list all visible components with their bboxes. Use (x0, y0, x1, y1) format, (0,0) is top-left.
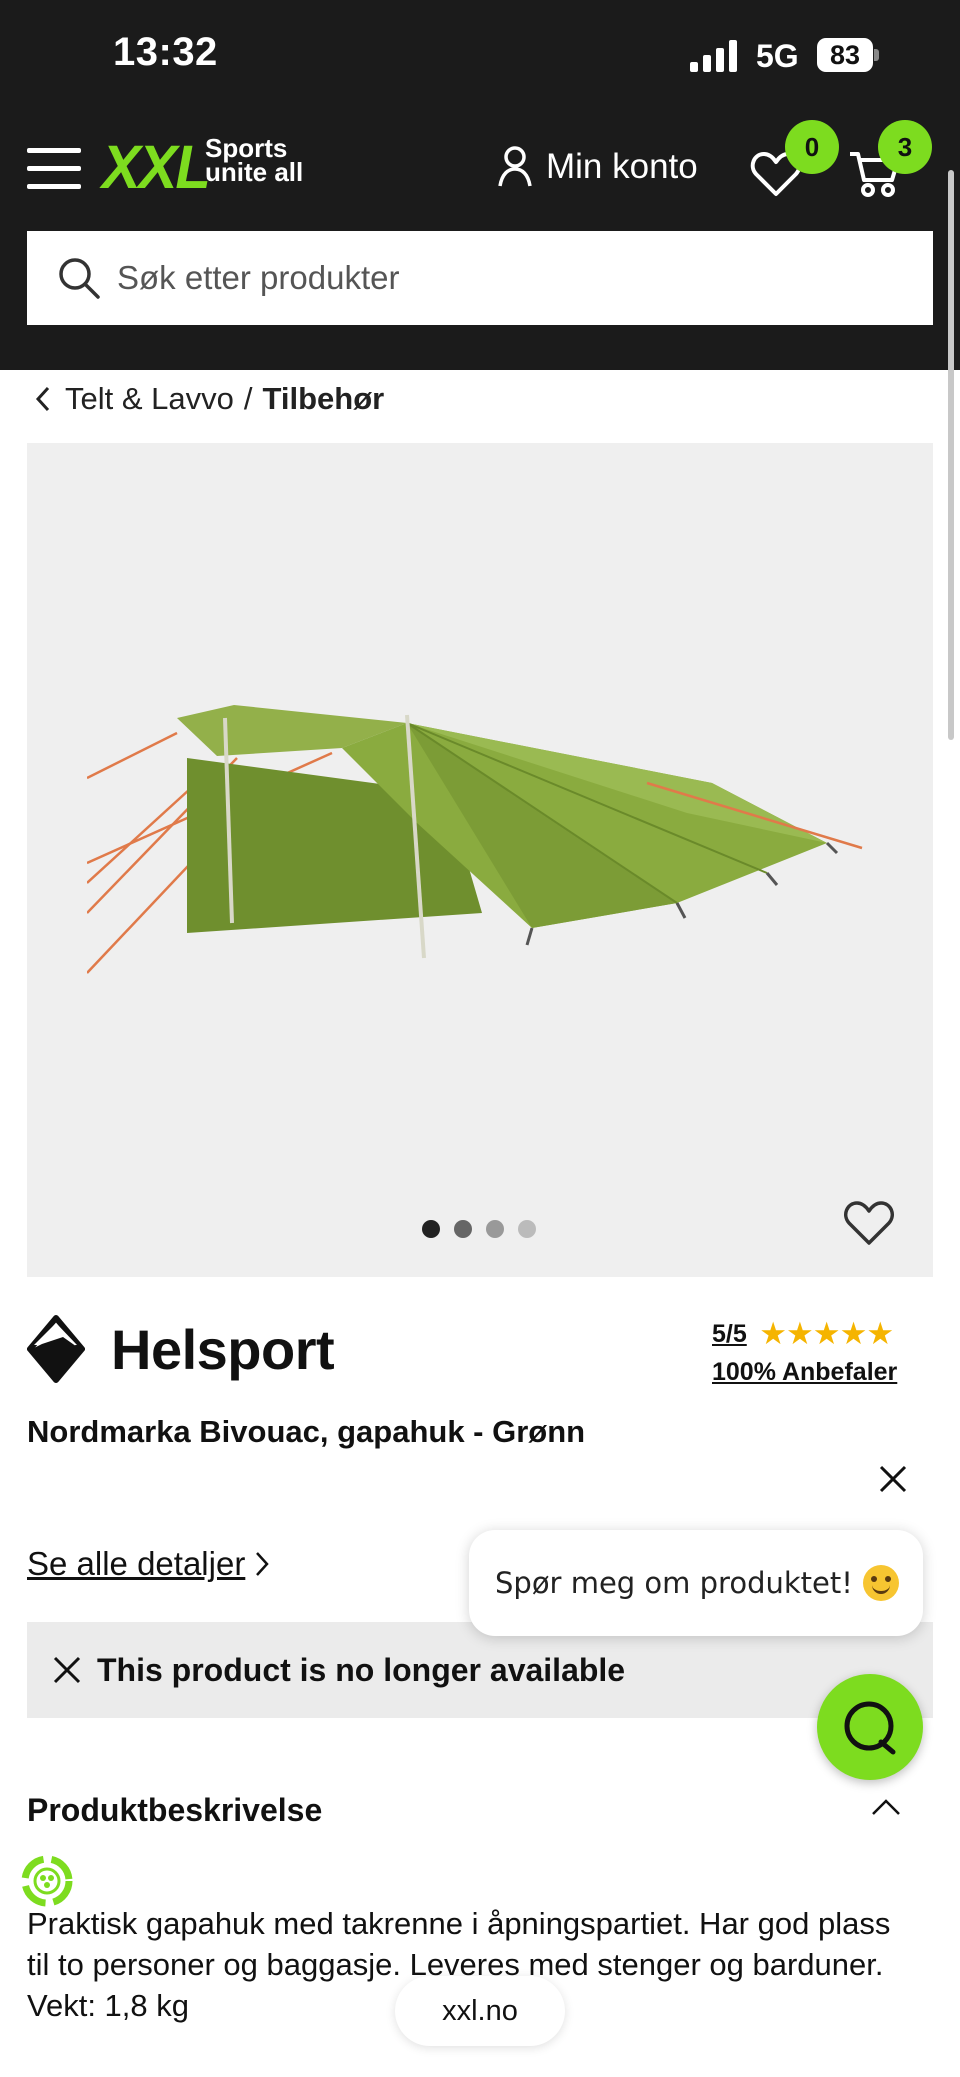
menu-icon[interactable] (27, 148, 81, 190)
status-bar: 13:32 5G 83 (0, 0, 960, 115)
network-label: 5G (756, 38, 799, 74)
account-label: Min konto (546, 147, 698, 186)
logo-tagline: Sports unite all (205, 133, 304, 187)
search-icon (59, 258, 100, 299)
chevron-left-icon (35, 386, 50, 412)
chevron-up-icon[interactable] (870, 1797, 902, 1817)
main-nav: XXL Sports unite all Min konto 0 3 (0, 120, 960, 220)
description-heading[interactable]: Produktbeskrivelse (27, 1792, 907, 1829)
helsport-logo-icon (27, 1315, 85, 1383)
chat-prompt-text: Spør meg om produktet! (495, 1566, 853, 1600)
favorite-heart-icon[interactable] (843, 1199, 895, 1247)
brand-name[interactable]: Helsport (111, 1317, 335, 1382)
smile-emoji-icon (862, 1565, 899, 1601)
description-continued (27, 2058, 907, 2077)
unavailable-text: This product is no longer available (97, 1651, 626, 1688)
wishlist-count-badge: 0 (785, 120, 839, 174)
unavailable-notice: This product is no longer available (27, 1622, 933, 1718)
rating-score[interactable]: 5/5 (712, 1320, 747, 1349)
signal-icon (690, 40, 737, 72)
user-icon (498, 146, 532, 187)
cart-count-badge: 3 (878, 120, 932, 174)
product-gallery[interactable] (27, 443, 933, 1277)
browser-url-pill[interactable]: xxl.no (395, 1976, 565, 2046)
close-icon[interactable] (876, 1462, 910, 1496)
product-title: Nordmarka Bivouac, gapahuk - Grønn (27, 1414, 586, 1449)
gallery-dot[interactable] (422, 1220, 440, 1238)
breadcrumb-current[interactable]: Tilbehør (263, 381, 385, 417)
battery-level: 83 (817, 38, 873, 72)
breadcrumb-parent[interactable]: Telt & Lavvo (65, 381, 234, 417)
header: 13:32 5G 83 XXL Sports unite all Min kon… (0, 0, 960, 370)
page-scrollbar[interactable] (948, 170, 954, 740)
chat-bubble-icon (844, 1701, 896, 1755)
battery-icon: 83 (817, 38, 879, 72)
details-link-label: Se alle detaljer (27, 1545, 246, 1582)
rating-summary[interactable]: 5/5 ★★★★★ 100% Anbefaler (712, 1316, 937, 1387)
chat-button[interactable] (817, 1674, 923, 1780)
x-icon (53, 1656, 81, 1684)
brand-row[interactable]: Helsport (27, 1315, 335, 1383)
chevron-right-icon (256, 1552, 270, 1576)
breadcrumb-separator: / (243, 381, 253, 416)
recommend-link[interactable]: 100% Anbefaler (712, 1358, 937, 1387)
rating-stars: ★★★★★ (759, 1316, 894, 1351)
gallery-dot[interactable] (518, 1220, 536, 1238)
chat-prompt-bubble[interactable]: Spør meg om produktet! (469, 1530, 923, 1636)
gallery-pagination (422, 1220, 536, 1238)
breadcrumb[interactable]: Telt & Lavvo / Tilbehør (35, 378, 384, 420)
xxl-logo[interactable]: XXL (102, 132, 211, 202)
search-bar[interactable] (27, 231, 933, 325)
account-link[interactable]: Min konto (498, 142, 698, 192)
see-all-details-link[interactable]: Se alle detaljer (27, 1545, 270, 1583)
product-image[interactable] (87, 673, 907, 1073)
search-input[interactable] (117, 259, 897, 297)
gallery-dot[interactable] (486, 1220, 504, 1238)
status-time: 13:32 (113, 30, 218, 74)
gallery-dot[interactable] (454, 1220, 472, 1238)
